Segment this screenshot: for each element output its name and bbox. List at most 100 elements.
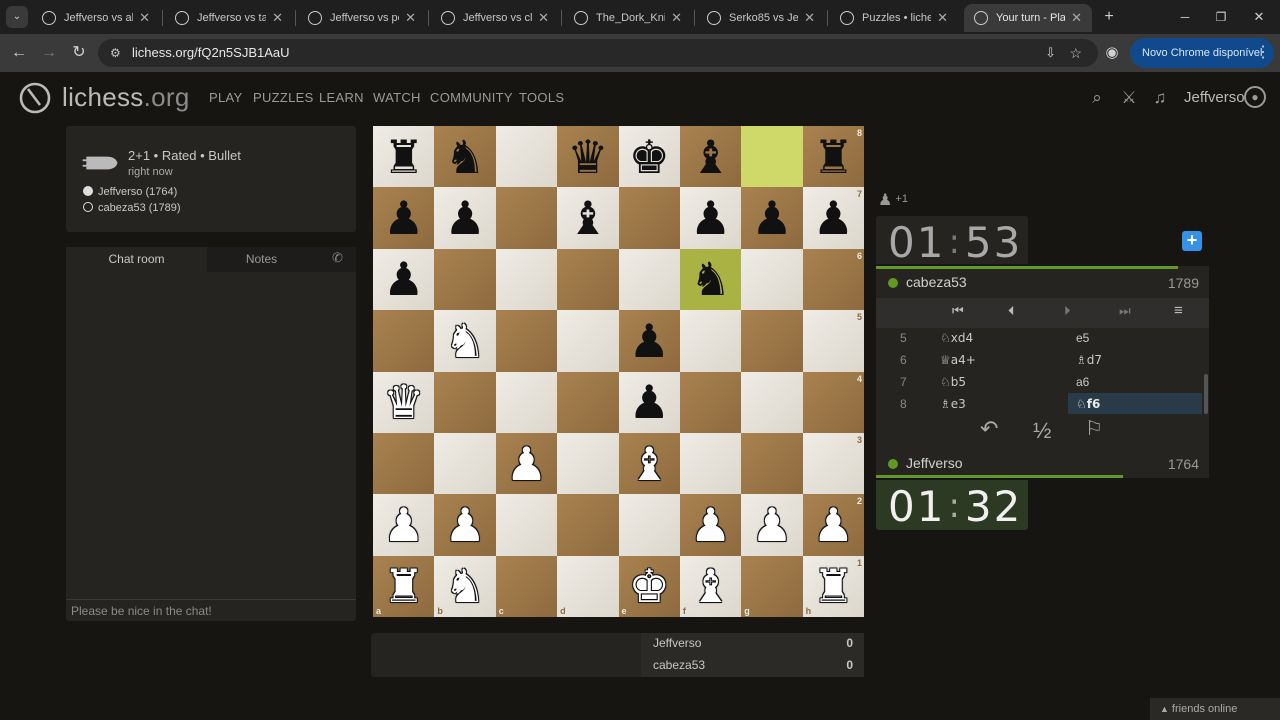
white-pawn-piece[interactable]: ♟	[813, 502, 854, 548]
close-tab-icon[interactable]: ✕	[405, 10, 416, 26]
chat-input[interactable]: Please be nice in the chat!	[66, 599, 356, 621]
square-h6[interactable]: 6	[802, 248, 864, 311]
square-e4[interactable]: ♟	[618, 371, 680, 433]
black-bishop-piece[interactable]: ♝	[690, 134, 731, 180]
move-black[interactable]: a6	[1076, 371, 1089, 393]
player-name[interactable]: Jeffverso	[906, 455, 963, 471]
square-c5[interactable]	[495, 310, 558, 372]
address-bar[interactable]: ⚙ lichess.org/fQ2n5SJB1AaU ⇩ ☆	[98, 39, 1098, 67]
back-icon[interactable]: ←	[8, 42, 30, 64]
site-logo[interactable]: lichess.org	[62, 82, 190, 113]
resign-flag-icon[interactable]: ⚐	[1085, 416, 1103, 441]
square-d7[interactable]: ♝	[557, 187, 619, 249]
square-h3[interactable]: 3	[802, 432, 864, 495]
friends-online-button[interactable]: ▲ friends online	[1150, 698, 1280, 720]
black-player-info[interactable]: cabeza53 (1789)	[83, 202, 181, 214]
browser-tab[interactable]: Jeffverso vs clagi✕	[431, 4, 559, 32]
black-pawn-piece[interactable]: ♟	[690, 195, 731, 241]
browser-tab[interactable]: Jeffverso vs al_an✕	[32, 4, 160, 32]
square-c6[interactable]	[495, 248, 558, 311]
black-pawn-piece[interactable]: ♟	[444, 195, 485, 241]
square-g2[interactable]: ♟	[741, 494, 803, 556]
minimize-icon[interactable]: ─	[1174, 6, 1196, 28]
nav-watch[interactable]: WATCH	[373, 90, 421, 105]
black-pawn-piece[interactable]: ♟	[629, 318, 670, 364]
move-black[interactable]: ♘f6	[1076, 393, 1100, 414]
square-a1[interactable]: ♜ a	[373, 555, 435, 617]
site-info-icon[interactable]: ⚙	[110, 39, 121, 67]
close-tab-icon[interactable]: ✕	[139, 10, 150, 26]
browser-tab[interactable]: The_Dork_Knight✕	[564, 4, 692, 32]
nav-puzzles[interactable]: PUZZLES	[253, 90, 314, 105]
square-g1[interactable]: g	[741, 555, 803, 617]
square-c8[interactable]	[495, 126, 558, 188]
square-c1[interactable]: c	[495, 555, 558, 617]
white-pawn-piece[interactable]: ♟	[506, 441, 547, 487]
square-f1[interactable]: ♝ f	[679, 555, 742, 617]
square-b1[interactable]: ♞ b	[434, 555, 496, 617]
square-h1[interactable]: ♜ 1 h	[802, 555, 864, 617]
close-tab-icon[interactable]: ✕	[272, 10, 283, 26]
reload-icon[interactable]: ↻	[68, 42, 90, 64]
square-d6[interactable]	[557, 248, 619, 311]
search-icon[interactable]: ⌕	[1087, 88, 1107, 108]
square-b7[interactable]: ♟	[434, 187, 496, 249]
square-g8[interactable]	[741, 126, 803, 188]
phone-icon[interactable]: ✆	[332, 250, 343, 266]
close-tab-icon[interactable]: ✕	[937, 10, 948, 26]
chess-board[interactable]: ♜ ♞ ♛ ♚ ♝ ♜ 8 ♟ ♟ ♝ ♟ ♟ ♟ 7 ♟ ♞ 6 ♞ ♟ 5 ♛ ♟ 4 ♟ ♝ 3 ♟ ♟ ♟ ♟ ♟ 2 ♜ a ♞ b c d ♚ e…	[373, 126, 864, 617]
opponent-name[interactable]: cabeza53	[906, 274, 967, 290]
square-a8[interactable]: ♜	[373, 126, 435, 188]
square-f3[interactable]	[679, 432, 742, 495]
next-move-icon[interactable]: ⏵	[1064, 303, 1071, 319]
square-d5[interactable]	[557, 310, 619, 372]
square-a2[interactable]: ♟	[373, 494, 435, 556]
nav-play[interactable]: PLAY	[209, 90, 242, 105]
square-e1[interactable]: ♚ e	[618, 555, 680, 617]
install-app-icon[interactable]: ⇩	[1045, 39, 1056, 67]
move-white[interactable]: ♘xd4	[940, 328, 973, 349]
move-black[interactable]: e5	[1076, 328, 1089, 349]
square-e2[interactable]	[618, 494, 680, 556]
close-tab-icon[interactable]: ✕	[538, 10, 549, 26]
square-f7[interactable]: ♟	[679, 187, 742, 249]
square-h5[interactable]: 5	[802, 310, 864, 372]
white-knight-piece[interactable]: ♞	[444, 563, 485, 609]
square-g3[interactable]	[741, 432, 803, 495]
nav-tools[interactable]: TOOLS	[519, 90, 564, 105]
square-g5[interactable]	[741, 310, 803, 372]
square-b5[interactable]: ♞	[434, 310, 496, 372]
swords-icon[interactable]: ⚔	[1119, 88, 1139, 108]
square-f8[interactable]: ♝	[679, 126, 742, 188]
move-white[interactable]: ♕a4+	[940, 349, 976, 371]
square-a6[interactable]: ♟	[373, 248, 435, 311]
black-knight-piece[interactable]: ♞	[444, 134, 485, 180]
square-c2[interactable]	[495, 494, 558, 556]
white-rook-piece[interactable]: ♜	[383, 563, 424, 609]
black-rook-piece[interactable]: ♜	[383, 134, 424, 180]
white-player-info[interactable]: Jeffverso (1764)	[83, 186, 177, 198]
black-pawn-piece[interactable]: ♟	[751, 195, 792, 241]
square-d8[interactable]: ♛	[557, 126, 619, 188]
move-black[interactable]: ♗d7	[1076, 349, 1102, 371]
black-pawn-piece[interactable]: ♟	[813, 195, 854, 241]
white-king-piece[interactable]: ♚	[629, 563, 670, 609]
square-b3[interactable]	[434, 432, 496, 495]
white-rook-piece[interactable]: ♜	[813, 563, 854, 609]
profile-icon[interactable]: ◉	[1101, 42, 1123, 64]
scrollbar[interactable]	[1204, 374, 1208, 414]
black-pawn-piece[interactable]: ♟	[383, 256, 424, 302]
square-f6[interactable]: ♞	[679, 248, 742, 311]
chrome-menu-icon[interactable]: ⋮	[1252, 42, 1274, 64]
white-knight-piece[interactable]: ♞	[444, 318, 485, 364]
square-d4[interactable]	[557, 371, 619, 433]
nav-community[interactable]: COMMUNITY	[430, 90, 513, 105]
square-g7[interactable]: ♟	[741, 187, 803, 249]
white-pawn-piece[interactable]: ♟	[690, 502, 731, 548]
square-b8[interactable]: ♞	[434, 126, 496, 188]
new-tab-icon[interactable]: +	[1098, 6, 1120, 28]
square-b2[interactable]: ♟	[434, 494, 496, 556]
square-d2[interactable]	[557, 494, 619, 556]
square-f2[interactable]: ♟	[679, 494, 742, 556]
square-a7[interactable]: ♟	[373, 187, 435, 249]
